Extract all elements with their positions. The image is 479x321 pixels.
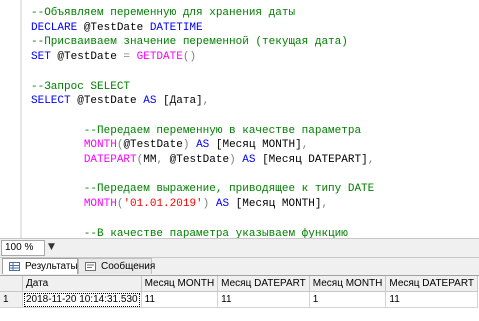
code-line[interactable]: --Объявляем переменную для хранения даты [31, 5, 295, 21]
code-token: , [202, 95, 210, 108]
zoom-bar: 100 % ▼ [0, 238, 479, 258]
results-table: Дата Месяц MONTH Месяц DATEPART Месяц MO… [0, 276, 478, 308]
table-cell[interactable]: 11 [217, 291, 310, 308]
code-token: AS [242, 154, 263, 166]
table-header-cell[interactable]: Месяц MONTH [141, 276, 219, 292]
code-line[interactable]: --Запрос SELECT [31, 79, 130, 95]
code-token: MONTH [83, 139, 117, 152]
results-grid[interactable]: Дата Месяц MONTH Месяц DATEPART Месяц MO… [0, 275, 479, 321]
code-line[interactable]: MONTH(@TestDate) AS [Месяц MONTH], [31, 137, 309, 153]
code-token: @TestDate [169, 154, 230, 166]
code-token: --Присваиваем значение переменной (текущ… [31, 36, 348, 49]
code-line[interactable]: --Передаем переменную в качестве парамет… [31, 123, 361, 139]
tab-messages[interactable]: Сообщения [78, 258, 156, 274]
results-tabs: Результаты Сообщения [0, 258, 479, 275]
code-token: , [321, 198, 329, 211]
code-token: AS [215, 198, 236, 211]
results-grid-icon [9, 262, 20, 271]
code-token: SET [31, 51, 58, 64]
code-token: DECLARE [31, 21, 84, 34]
code-token: [Месяц MONTH] [215, 139, 302, 152]
tab-results[interactable]: Результаты [2, 258, 78, 274]
code-line[interactable]: MONTH('01.01.2019') AS [Месяц MONTH], [31, 196, 328, 212]
code-token: '01.01.2019' [123, 198, 203, 211]
code-line[interactable]: --Передаем выражение, приводящее к типу … [31, 181, 374, 197]
code-token: AS [196, 139, 216, 152]
table-header-cell[interactable]: Месяц MONTH [309, 276, 387, 292]
table-cell[interactable]: 11 [141, 291, 219, 308]
zoom-select[interactable]: 100 % [1, 240, 45, 256]
table-cell[interactable]: 2018-11-20 10:14:31.530 [22, 291, 142, 308]
tab-messages-label: Сообщения [101, 261, 156, 272]
code-token: --Передаем переменную в качестве парамет… [31, 124, 362, 137]
code-token: , [301, 139, 309, 152]
table-header-cell [0, 276, 23, 292]
table-row[interactable]: 1 2018-11-20 10:14:31.530 11 11 1 11 [0, 291, 478, 308]
code-line[interactable]: DECLARE @TestDate DATETIME [31, 20, 203, 36]
code-line[interactable]: SELECT @TestDate AS [Дата], [31, 93, 209, 109]
code-token: DATETIME [149, 21, 203, 34]
messages-icon [85, 262, 96, 271]
code-token: @TestDate [83, 21, 150, 34]
tab-results-label: Результаты [25, 261, 78, 272]
code-token: GETDATE [136, 51, 183, 64]
chevron-down-icon[interactable]: ▼ [48, 242, 55, 252]
table-cell[interactable]: 11 [385, 291, 478, 308]
code-token: AS [143, 95, 164, 108]
table-header-row: Дата Месяц MONTH Месяц DATEPART Месяц MO… [0, 276, 478, 292]
editor-margin [20, 0, 22, 240]
code-token: ) [229, 154, 243, 166]
code-token: , [367, 154, 375, 166]
code-token: SELECT [31, 95, 78, 108]
code-token: --Передаем выражение, приводящее к типу … [31, 183, 375, 196]
code-token: --Объявляем переменную для хранения даты [31, 7, 296, 19]
code-token: @TestDate [123, 139, 183, 152]
code-token: @TestDate [77, 95, 144, 108]
code-token: MM [143, 154, 157, 166]
row-number-cell[interactable]: 1 [0, 291, 23, 308]
table-header-cell[interactable]: Месяц DATEPART [385, 276, 478, 292]
code-token: --Запрос SELECT [31, 80, 131, 93]
code-line[interactable]: --Присваиваем значение переменной (текущ… [31, 34, 348, 50]
code-token: [Дата] [163, 95, 203, 108]
code-token: ) [182, 139, 197, 152]
code-token: ) [202, 198, 216, 211]
table-header-cell[interactable]: Месяц DATEPART [217, 276, 310, 292]
code-token: [Месяц MONTH] [235, 198, 322, 211]
code-token: , [156, 154, 170, 166]
sql-editor[interactable]: --Объявляем переменную для хранения даты… [0, 0, 479, 240]
code-token: = [123, 51, 137, 64]
table-cell[interactable]: 1 [309, 291, 387, 308]
code-token: MONTH [83, 198, 117, 211]
code-token: [Месяц DATEPART] [262, 154, 368, 166]
code-line[interactable]: DATEPART(MM, @TestDate) AS [Месяц DATEPA… [31, 152, 375, 168]
code-token: () [182, 51, 197, 64]
code-line[interactable]: SET @TestDate = GETDATE() [31, 49, 196, 65]
code-token: @TestDate [57, 51, 124, 64]
table-header-cell[interactable]: Дата [22, 276, 142, 292]
code-token: DATEPART [83, 154, 137, 166]
